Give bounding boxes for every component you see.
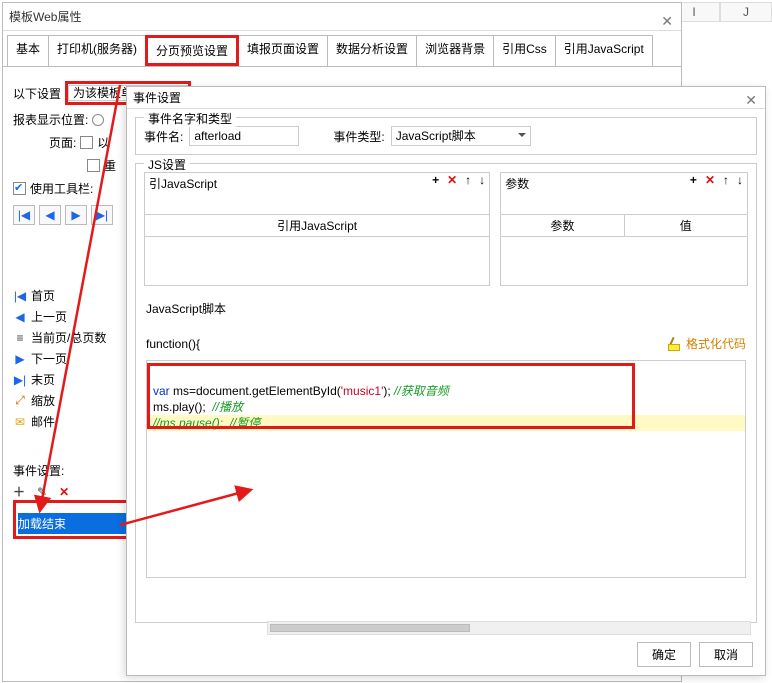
delete-icon[interactable]: ✕ (447, 173, 457, 187)
arrow-up-icon[interactable]: ↑ (465, 173, 471, 187)
js-settings-group: JS设置 引JavaScript + ✕ ↑ ↓ 引用JavaScript 参数 (135, 163, 757, 623)
plus-icon[interactable]: + (432, 173, 439, 187)
param-table: 参数 值 (501, 214, 747, 285)
tab-printer[interactable]: 打印机(服务器) (48, 35, 146, 66)
code-editor[interactable]: var ms=document.getElementById('music1')… (146, 360, 746, 578)
dialog2-buttons: 确定 取消 (637, 642, 753, 667)
ok-button[interactable]: 确定 (637, 642, 691, 667)
dialog2-titlebar: 事件设置 ✕ (127, 87, 765, 109)
pencil-icon[interactable]: ✎ (37, 485, 47, 499)
plus-icon[interactable]: ＋ (13, 483, 25, 500)
value-header: 值 (625, 215, 747, 236)
checkbox-2[interactable] (87, 159, 100, 172)
scrollbar-thumb[interactable] (270, 624, 470, 632)
col-J: J (720, 2, 772, 22)
param-panel: 参数 + ✕ ↑ ↓ 参数 值 (500, 172, 748, 286)
delete-icon[interactable]: ✕ (59, 485, 69, 499)
js-ref-body[interactable] (145, 237, 489, 285)
event-settings-dialog: 事件设置 ✕ 事件名字和类型 事件名: 事件类型: JavaScript脚本 J… (126, 86, 766, 676)
setting-label: 以下设置 (13, 85, 61, 102)
tb-prev-icon[interactable]: ◀ (39, 205, 61, 225)
event-name-input[interactable] (189, 126, 299, 146)
param-header: 参数 (501, 215, 624, 236)
plus-icon[interactable]: + (690, 173, 697, 187)
arrow-down-icon[interactable]: ↓ (737, 173, 743, 187)
name-type-group: 事件名字和类型 事件名: 事件类型: JavaScript脚本 (135, 117, 757, 155)
code-content: var ms=document.getElementById('music1')… (147, 361, 745, 437)
event-type-dropdown[interactable]: JavaScript脚本 (391, 126, 531, 146)
event-name-label: 事件名: (144, 128, 183, 145)
page-label: 页面: (49, 134, 76, 151)
radio-pos[interactable] (92, 114, 104, 126)
tabs-bar: 基本 打印机(服务器) 分页预览设置 填报页面设置 数据分析设置 浏览器背景 引… (3, 31, 681, 66)
tab-fill-page[interactable]: 填报页面设置 (238, 35, 328, 66)
close-icon[interactable]: ✕ (661, 7, 673, 35)
arrow-up-icon[interactable]: ↑ (723, 173, 729, 187)
cancel-button[interactable]: 取消 (699, 642, 753, 667)
event-type-label: 事件类型: (333, 128, 384, 145)
checkbox-toolbar[interactable] (13, 182, 26, 195)
tb-next-icon[interactable]: ▶ (65, 205, 87, 225)
horizontal-scrollbar[interactable] (267, 621, 751, 635)
function-header-row: function(){ 格式化代码 (146, 335, 746, 352)
format-code-button[interactable]: 格式化代码 (668, 335, 746, 352)
tb-first-icon[interactable]: |◀ (13, 205, 35, 225)
name-type-legend: 事件名字和类型 (144, 110, 236, 127)
dialog1-title: 模板Web属性 (9, 10, 81, 24)
arrow-down-icon[interactable]: ↓ (479, 173, 485, 187)
broom-icon (668, 337, 682, 351)
tab-browser-bg[interactable]: 浏览器背景 (416, 35, 494, 66)
dialog1-titlebar: 模板Web属性 ✕ (3, 3, 681, 31)
function-label: function(){ (146, 337, 200, 351)
js-ref-table: 引用JavaScript (145, 214, 489, 285)
tab-data-analysis[interactable]: 数据分析设置 (327, 35, 417, 66)
js-legend: JS设置 (144, 156, 190, 173)
chevron-down-icon (518, 133, 526, 141)
tab-ref-css[interactable]: 引用Css (493, 35, 556, 66)
tb-last-icon[interactable]: ▶| (91, 205, 113, 225)
report-pos-label: 报表显示位置: (13, 111, 88, 128)
param-body[interactable] (501, 237, 747, 285)
dialog2-title: 事件设置 (133, 91, 181, 105)
checkbox-1[interactable] (80, 136, 93, 149)
tab-basic[interactable]: 基本 (7, 35, 49, 66)
tab-ref-js[interactable]: 引用JavaScript (555, 35, 653, 66)
delete-icon[interactable]: ✕ (705, 173, 715, 187)
script-type-label: JavaScript脚本 (146, 300, 746, 317)
toolbar-label: 使用工具栏: (30, 180, 93, 197)
js-ref-header: 引用JavaScript (145, 215, 489, 236)
tab-page-preview[interactable]: 分页预览设置 (145, 35, 239, 66)
js-ref-panel: 引JavaScript + ✕ ↑ ↓ 引用JavaScript (144, 172, 490, 286)
close-icon[interactable]: ✕ (745, 89, 757, 111)
